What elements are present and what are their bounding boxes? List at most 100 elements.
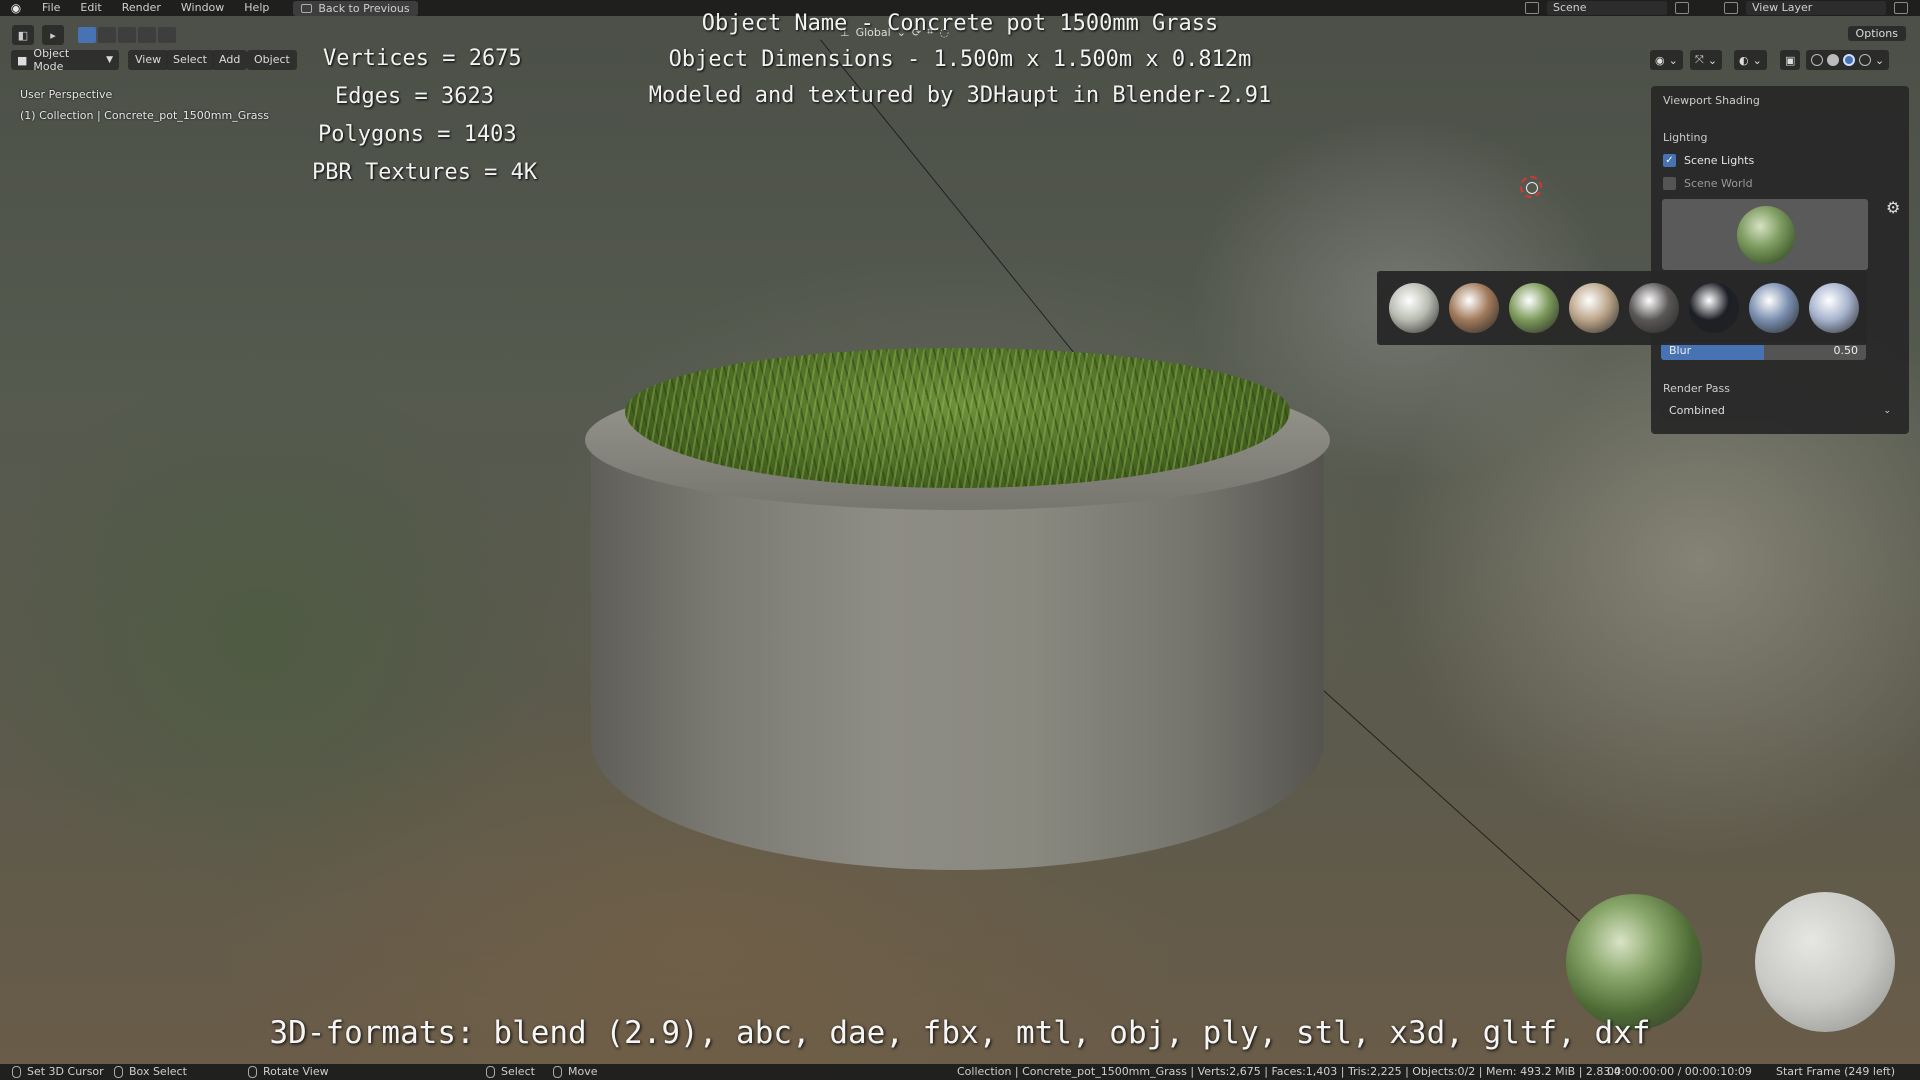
select-hint: Select — [486, 1064, 535, 1080]
material-preview-shading-icon[interactable] — [1843, 54, 1855, 66]
xray-toggle[interactable]: ▣ — [1780, 50, 1801, 70]
back-to-previous-label: Back to Previous — [318, 1, 410, 15]
blender-logo-icon[interactable]: ◉ — [8, 0, 24, 16]
hdri-option-courtyard[interactable] — [1449, 283, 1499, 333]
status-bar: Set 3D Cursor Box Select Rotate View Sel… — [0, 1064, 1920, 1080]
add-menu[interactable]: Add — [212, 50, 248, 70]
hdri-option-night[interactable] — [1629, 283, 1679, 333]
menu-file[interactable]: File — [32, 0, 70, 16]
object-name: Object Name - Concrete pot 1500mm Grass — [701, 11, 1219, 36]
gizmo-icon[interactable]: ⤧ — [1695, 53, 1704, 67]
visibility-group[interactable]: ◉ ⌄ — [1650, 50, 1683, 70]
viewport-shading-popover: Viewport Shading Lighting ✓ Scene Lights… — [1651, 86, 1909, 434]
scene-selector[interactable]: Scene — [1525, 0, 1689, 16]
hdri-option-sunset[interactable] — [1809, 283, 1859, 333]
view-perspective-label: User Perspective — [20, 88, 113, 101]
rendered-shading-icon[interactable] — [1859, 54, 1871, 66]
editor-type-icon[interactable]: ◧ — [12, 25, 34, 45]
set-3d-cursor-label: Set 3D Cursor — [27, 1065, 104, 1078]
select-new-icon[interactable] — [78, 27, 96, 43]
gear-icon[interactable]: ⚙ — [1886, 198, 1900, 217]
hdri-option-studio[interactable] — [1689, 283, 1739, 333]
object-info-overlay: Object Name - Concrete pot 1500mm Grass … — [640, 6, 1280, 114]
gizmo-group[interactable]: ⤧ ⌄ — [1690, 50, 1723, 70]
menu-edit[interactable]: Edit — [70, 0, 111, 16]
object-mode-icon: ■ — [17, 53, 28, 67]
back-to-previous-button[interactable]: Back to Previous — [293, 0, 418, 16]
select-tool-icon[interactable]: ▸ — [42, 25, 64, 45]
xray-icon[interactable]: ▣ — [1785, 54, 1795, 67]
chevron-down-icon: ▼ — [106, 55, 113, 65]
object-mode-dropdown[interactable]: ■ Object Mode ▼ — [11, 47, 119, 73]
chevron-down-icon: ⌄ — [1883, 406, 1891, 416]
view-menu[interactable]: View — [128, 50, 169, 70]
scene-statistics: Collection | Concrete_pot_1500mm_Grass |… — [957, 1065, 1621, 1078]
move-hint: Move — [553, 1064, 598, 1080]
box-select-hint: Box Select — [114, 1064, 187, 1080]
select-subtract-icon[interactable] — [118, 27, 136, 43]
select-invert-icon[interactable] — [138, 27, 156, 43]
menu-help[interactable]: Help — [234, 0, 279, 16]
scene-name-field[interactable]: Scene — [1547, 1, 1667, 15]
menu-render[interactable]: Render — [112, 0, 171, 16]
chevron-down-icon[interactable]: ⌄ — [1708, 54, 1717, 67]
3d-cursor-icon[interactable] — [1520, 176, 1542, 198]
select-label: Select — [501, 1065, 535, 1078]
material-preview-sphere — [1755, 892, 1895, 1032]
set-3d-cursor-hint: Set 3D Cursor — [12, 1064, 104, 1080]
popover-title: Viewport Shading — [1663, 94, 1760, 107]
blur-slider[interactable]: Blur 0.50 — [1661, 343, 1866, 360]
select-intersect-icon[interactable] — [158, 27, 176, 43]
vertices-count: Vertices = 2675 — [323, 46, 522, 71]
hdri-option-sunrise[interactable] — [1749, 283, 1799, 333]
chevron-down-icon[interactable]: ⌄ — [1875, 54, 1884, 67]
chevron-down-icon[interactable]: ⌄ — [1669, 54, 1678, 67]
render-pass-dropdown[interactable]: Combined ⌄ — [1661, 402, 1899, 420]
hdri-preview-ball — [1737, 206, 1795, 264]
credits: Modeled and textured by 3DHaupt in Blend… — [648, 83, 1272, 108]
viewport-info: User Perspective (1) Collection | Concre… — [20, 84, 269, 126]
hdri-option-city[interactable] — [1389, 283, 1439, 333]
scene-lights-checkbox[interactable]: ✓ Scene Lights — [1663, 154, 1754, 167]
select-extend-icon[interactable] — [98, 27, 116, 43]
mouse-middle-icon — [248, 1066, 257, 1078]
scene-icon — [1525, 2, 1539, 14]
new-scene-icon[interactable] — [1675, 2, 1689, 14]
scene-world-label: Scene World — [1684, 177, 1753, 190]
options-dropdown[interactable]: Options — [1847, 26, 1906, 41]
object-dimensions: Object Dimensions - 1.500m x 1.500m x 0.… — [668, 47, 1252, 72]
eye-icon[interactable]: ◉ — [1655, 54, 1665, 67]
overlay-group[interactable]: ◐ ⌄ — [1734, 50, 1767, 70]
screen-icon — [301, 3, 313, 13]
checkmark-icon[interactable]: ✓ — [1663, 154, 1676, 167]
active-collection-label: (1) Collection | Concrete_pot_1500mm_Gra… — [20, 109, 269, 122]
menu-window[interactable]: Window — [171, 0, 234, 16]
wireframe-shading-icon[interactable] — [1811, 54, 1823, 66]
solid-shading-icon[interactable] — [1827, 54, 1839, 66]
new-view-layer-icon[interactable] — [1894, 2, 1908, 14]
scene-world-checkbox[interactable]: Scene World — [1663, 177, 1753, 190]
mouse-drag-icon — [114, 1066, 123, 1078]
object-menu[interactable]: Object — [247, 50, 297, 70]
concrete-pot-object[interactable] — [585, 340, 1330, 920]
hdri-option-interior[interactable] — [1569, 283, 1619, 333]
box-select-label: Box Select — [129, 1065, 187, 1078]
start-frame-info: Start Frame (249 left) — [1776, 1065, 1896, 1078]
hdri-preview-sphere — [1566, 894, 1702, 1030]
texture-resolution: PBR Textures = 4K — [312, 160, 538, 185]
blur-label: Blur — [1669, 344, 1692, 357]
checkbox-icon[interactable] — [1663, 177, 1676, 190]
selection-mode-group[interactable] — [78, 27, 176, 43]
blur-value: 0.50 — [1833, 344, 1859, 357]
hdri-selector[interactable] — [1662, 199, 1868, 270]
chevron-down-icon[interactable]: ⌄ — [1753, 54, 1762, 67]
view-layer-selector[interactable]: View Layer — [1724, 0, 1908, 16]
lighting-label: Lighting — [1663, 131, 1708, 144]
overlay-icon[interactable]: ◐ — [1739, 54, 1749, 67]
view-layer-field[interactable]: View Layer — [1746, 1, 1886, 15]
shading-mode-group[interactable]: ⌄ — [1806, 50, 1890, 70]
hdri-picker — [1377, 271, 1867, 345]
mouse-left-icon — [12, 1066, 21, 1078]
hdri-option-forest[interactable] — [1509, 283, 1559, 333]
select-menu[interactable]: Select — [166, 50, 214, 70]
